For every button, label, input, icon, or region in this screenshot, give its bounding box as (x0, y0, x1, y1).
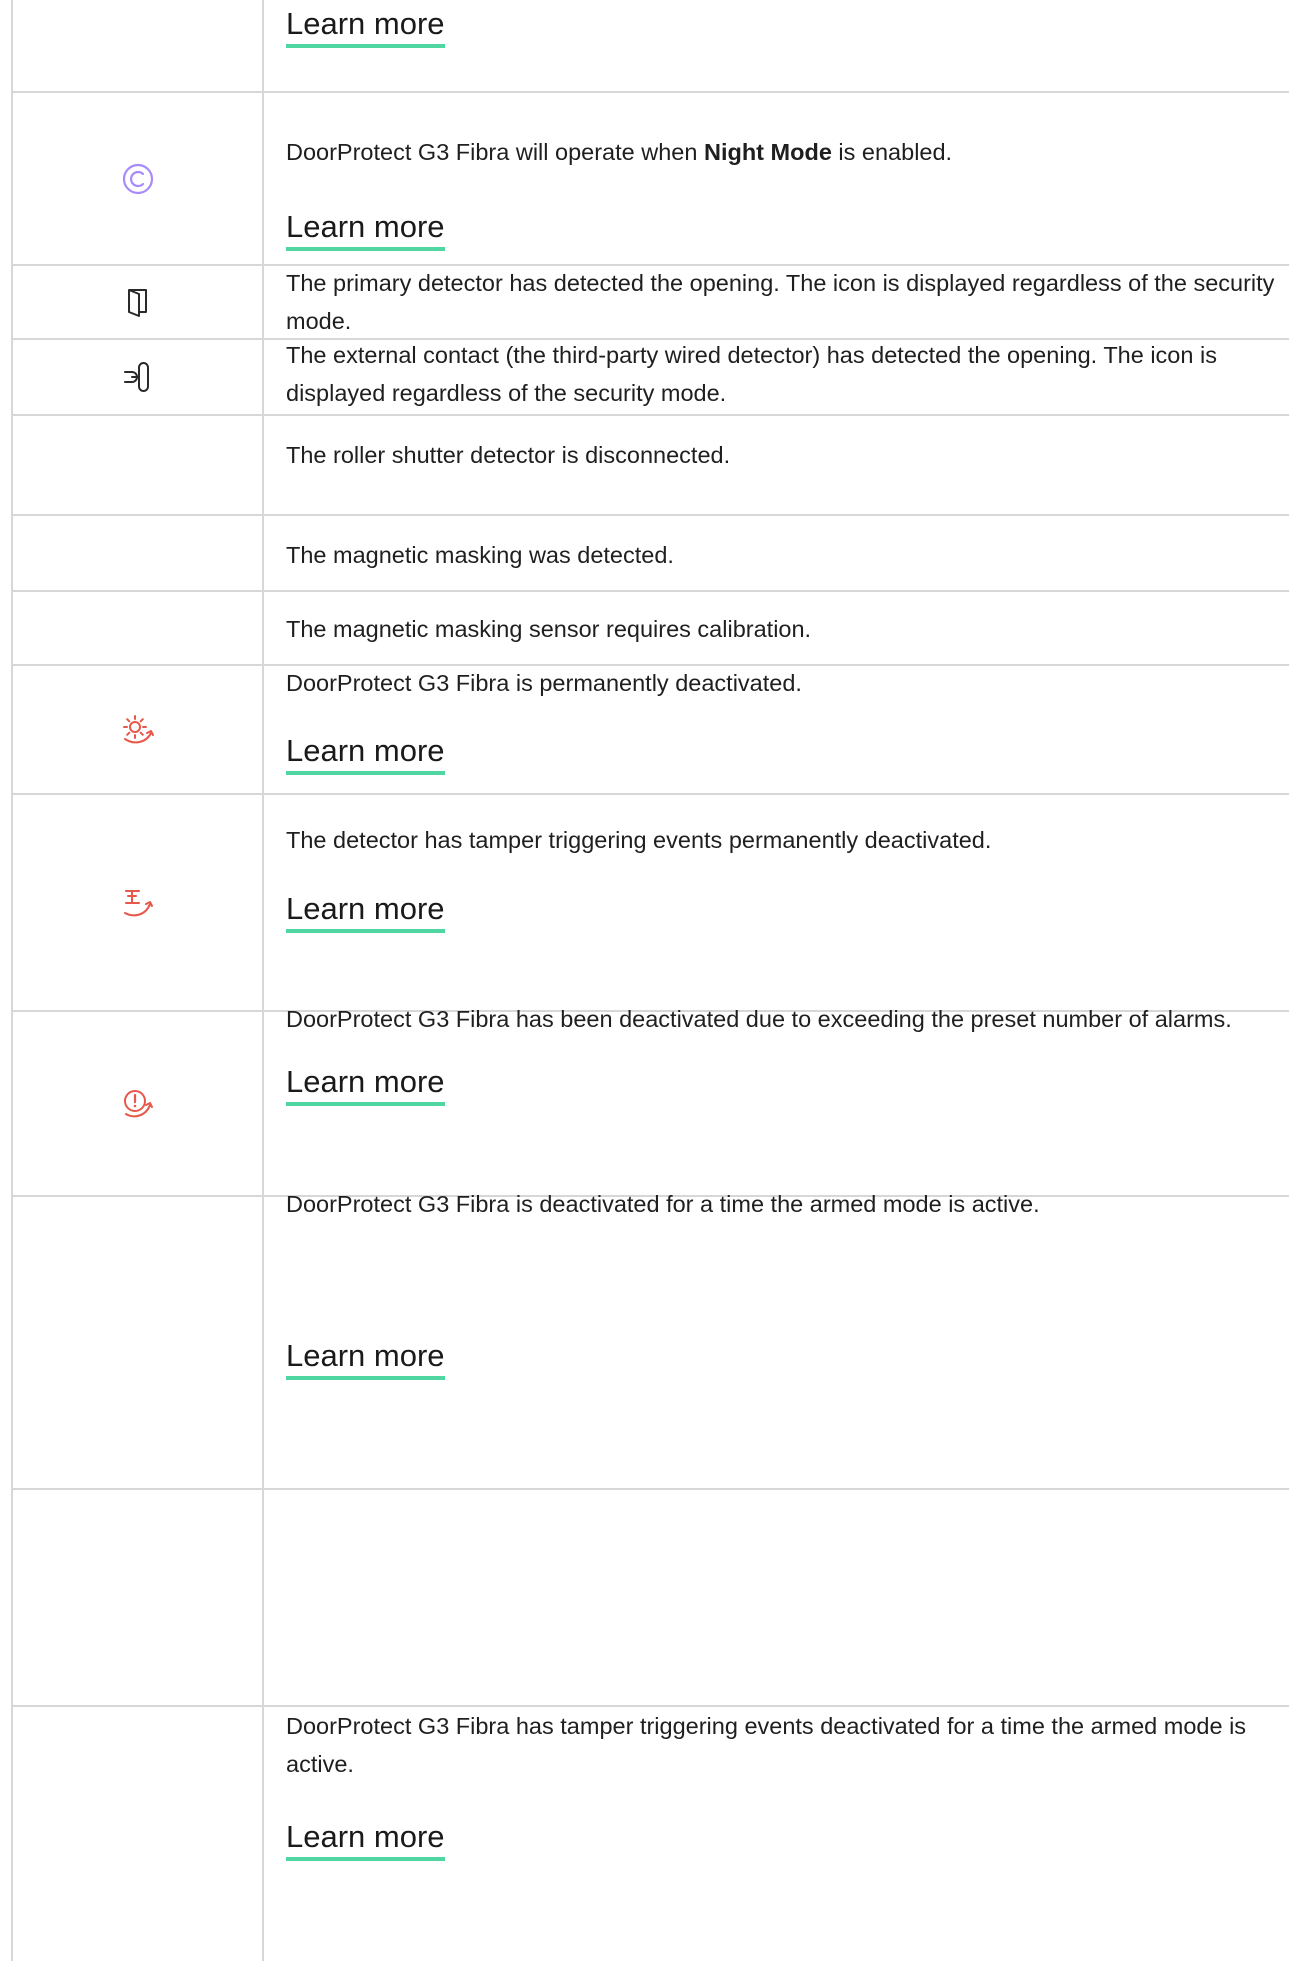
learn-more-link[interactable]: Learn more (286, 1336, 445, 1380)
table-row: Learn more (0, 0, 1289, 91)
external-contact-icon (122, 359, 154, 395)
icon-cell (13, 666, 262, 793)
learn-more-link[interactable]: Learn more (286, 889, 445, 933)
icon-cell (13, 795, 262, 1010)
table-row: DoorProtect G3 Fibra will operate when N… (0, 93, 1289, 264)
permanently-deactivated-icon (120, 713, 156, 747)
row-description: DoorProtect G3 Fibra is deactivated for … (286, 1191, 1040, 1217)
icon-cell (13, 340, 262, 414)
table-row: DoorProtect G3 Fibra is permanently deac… (0, 666, 1289, 793)
status-icons-table: Learn more DoorProtect G3 Fibra will ope… (0, 0, 1289, 1961)
learn-more-link[interactable]: Learn more (286, 731, 445, 775)
learn-more-link[interactable]: Learn more (286, 1062, 445, 1106)
table-row: The detector has tamper triggering event… (0, 795, 1289, 1010)
table-row: DoorProtect G3 Fibra has tamper triggeri… (0, 1707, 1289, 1961)
table-row: The magnetic masking was detected. (0, 516, 1289, 590)
row-description: DoorProtect G3 Fibra has been deactivate… (286, 1006, 1232, 1032)
learn-more-link[interactable]: Learn more (286, 4, 445, 48)
night-mode-icon (121, 162, 155, 196)
alarms-deactivated-icon (120, 1087, 156, 1121)
table-row: Learn more (0, 1338, 1289, 1705)
icon-cell (13, 266, 262, 338)
row-description: DoorProtect G3 Fibra is permanently deac… (286, 670, 802, 696)
table-row: DoorProtect G3 Fibra has been deactivate… (0, 1006, 1289, 1195)
table-row: The primary detector has detected the op… (0, 266, 1289, 338)
icon-cell (13, 1012, 262, 1195)
door-open-icon (125, 286, 151, 318)
table-row: The external contact (the third-party wi… (0, 340, 1289, 414)
learn-more-link[interactable]: Learn more (286, 1817, 445, 1861)
table-row: The magnetic masking sensor requires cal… (0, 592, 1289, 664)
row-description: The magnetic masking sensor requires cal… (286, 616, 812, 642)
icon-cell (13, 93, 262, 264)
row-description: The external contact (the third-party wi… (286, 342, 1217, 406)
row-description: The detector has tamper triggering event… (286, 827, 992, 853)
learn-more-link[interactable]: Learn more (286, 207, 445, 251)
table-row: The roller shutter detector is disconnec… (0, 416, 1289, 514)
row-description: The magnetic masking was detected. (286, 542, 674, 568)
row-description: DoorProtect G3 Fibra will operate when N… (286, 139, 953, 165)
row-description: The primary detector has detected the op… (286, 270, 1275, 334)
row-description: The roller shutter detector is disconnec… (286, 442, 731, 468)
row-description: DoorProtect G3 Fibra has tamper triggeri… (286, 1713, 1247, 1777)
tamper-deactivated-icon (120, 886, 156, 920)
